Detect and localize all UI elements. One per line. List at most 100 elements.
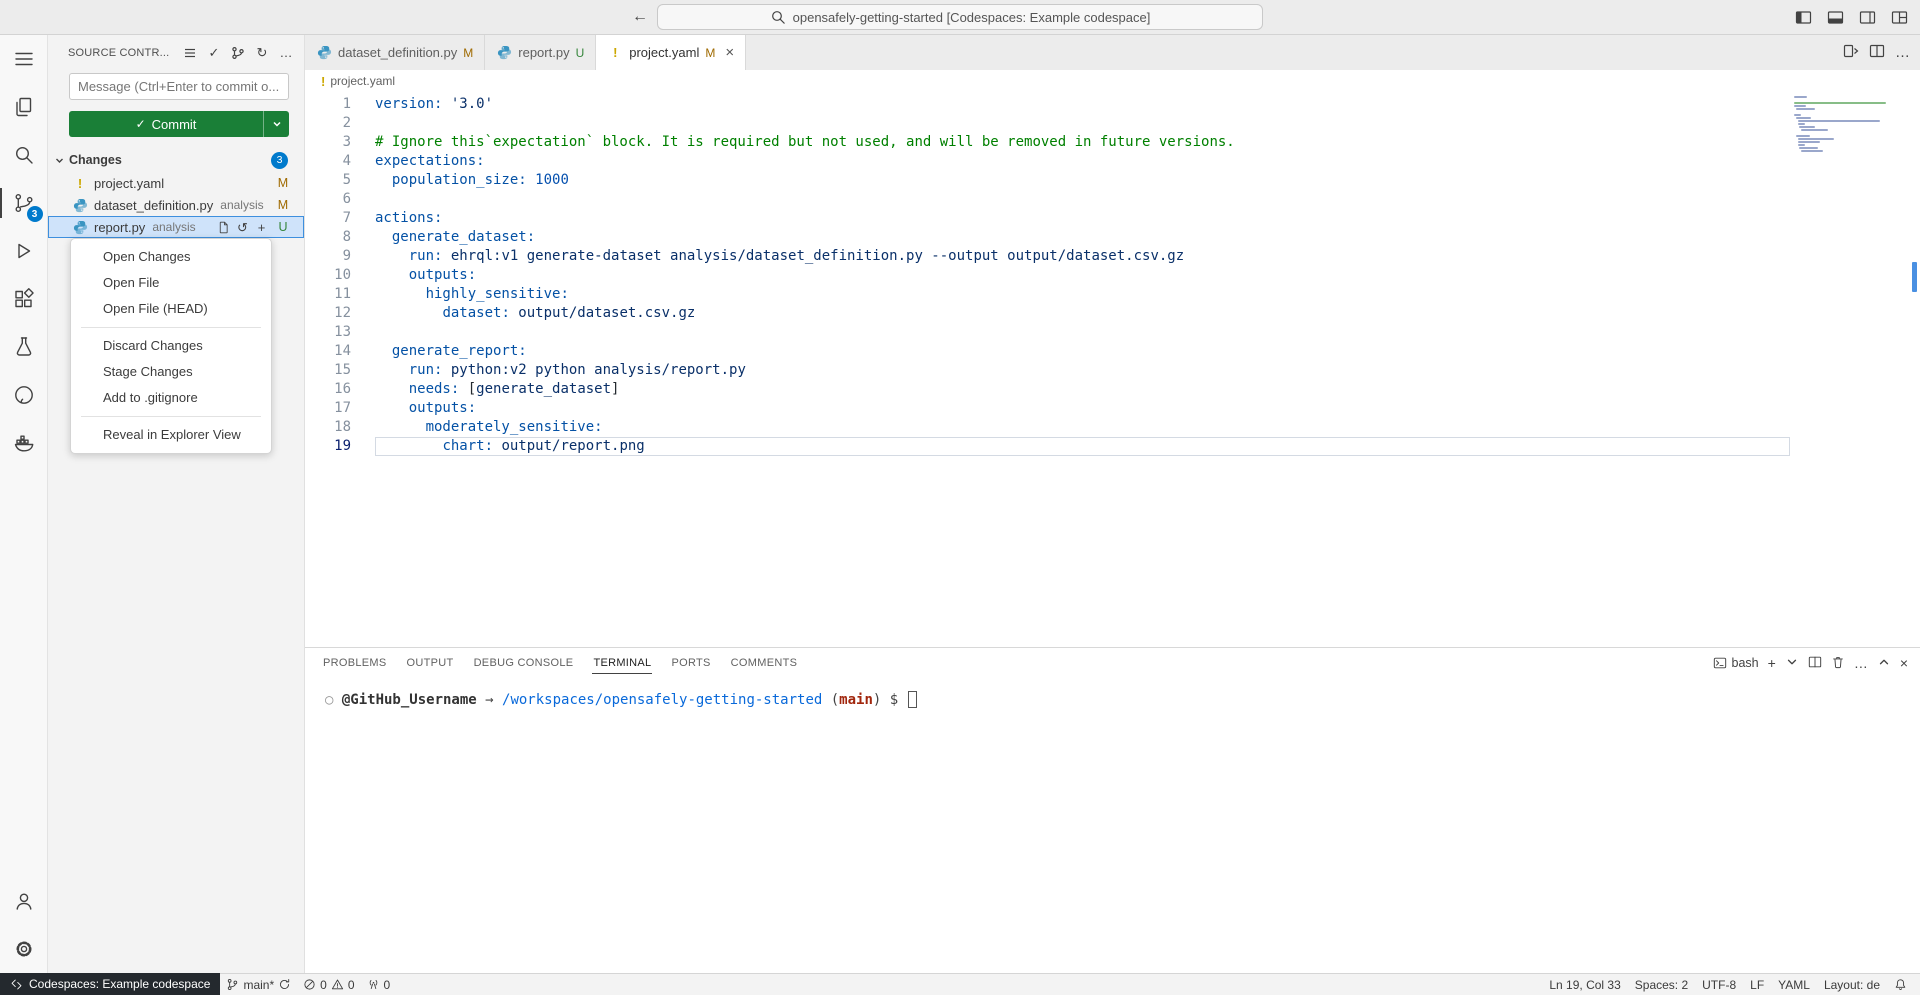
- menu-item-stage-changes[interactable]: Stage Changes: [71, 359, 271, 385]
- scm-file-row-dataset-definition-py[interactable]: dataset_definition.pyanalysisM: [48, 194, 304, 216]
- overview-ruler[interactable]: [1906, 92, 1920, 647]
- close-panel-icon[interactable]: ×: [1900, 656, 1908, 670]
- code-line[interactable]: # Ignore this`expectation` block. It is …: [375, 133, 1790, 152]
- code-line[interactable]: [375, 323, 1790, 342]
- code-line[interactable]: [375, 114, 1790, 133]
- code-line[interactable]: generate_report:: [375, 342, 1790, 361]
- shell-selector[interactable]: bash: [1713, 656, 1759, 670]
- panel-tab-comments[interactable]: COMMENTS: [721, 648, 808, 678]
- source-control-icon[interactable]: 3: [0, 179, 48, 227]
- branch-status[interactable]: main*: [220, 974, 297, 996]
- refresh-icon[interactable]: ↻: [254, 45, 270, 61]
- menu-item-reveal-in-explorer-view[interactable]: Reveal in Explorer View: [71, 422, 271, 448]
- problems-status[interactable]: 0 0: [297, 974, 360, 996]
- panel-tab-terminal[interactable]: TERMINAL: [583, 648, 661, 678]
- line-number: 18: [305, 418, 367, 437]
- panel-tab-problems[interactable]: PROBLEMS: [313, 648, 397, 678]
- scm-file-row-project-yaml[interactable]: !project.yamlM: [48, 172, 304, 194]
- status-yaml[interactable]: YAML: [1771, 974, 1817, 996]
- open-changes-icon[interactable]: [1843, 43, 1859, 62]
- scm-file-row-report-py[interactable]: report.pyanalysis↺+U: [48, 216, 304, 238]
- status-spaces-2[interactable]: Spaces: 2: [1628, 974, 1695, 996]
- kill-terminal-icon[interactable]: [1831, 655, 1845, 672]
- tab-project-yaml[interactable]: !project.yamlM×: [596, 35, 746, 70]
- toggle-panel-icon[interactable]: [1822, 5, 1848, 29]
- code-line[interactable]: dataset: output/dataset.csv.gz: [375, 304, 1790, 323]
- status-ln-19-col-33[interactable]: Ln 19, Col 33: [1542, 974, 1627, 996]
- code-line[interactable]: moderately_sensitive:: [375, 418, 1790, 437]
- tab-report-py[interactable]: report.pyU: [485, 35, 596, 70]
- activity-bar: 3: [0, 35, 48, 973]
- terminal-prompt[interactable]: ○ @GitHub_Username → /workspaces/opensaf…: [325, 690, 1920, 710]
- customize-layout-icon[interactable]: [1886, 5, 1912, 29]
- testing-beaker-icon[interactable]: [0, 323, 48, 371]
- panel-tab-debug-console[interactable]: DEBUG CONSOLE: [464, 648, 584, 678]
- commit-dropdown-arrow[interactable]: [263, 111, 289, 137]
- code-line[interactable]: run: ehrql:v1 generate-dataset analysis/…: [375, 247, 1790, 266]
- back-arrow-icon[interactable]: ←: [632, 8, 648, 26]
- more-actions-icon[interactable]: …: [278, 45, 294, 61]
- code-line[interactable]: outputs:: [375, 399, 1790, 418]
- settings-gear-icon[interactable]: [0, 925, 48, 973]
- code-line[interactable]: generate_dataset:: [375, 228, 1790, 247]
- menu-item-open-changes[interactable]: Open Changes: [71, 244, 271, 270]
- code-line[interactable]: highly_sensitive:: [375, 285, 1790, 304]
- menu-item-open-file-head[interactable]: Open File (HEAD): [71, 296, 271, 322]
- yaml-file-icon: !: [321, 74, 325, 89]
- stage-changes-icon[interactable]: +: [253, 219, 270, 236]
- commit-message-input[interactable]: [69, 73, 289, 100]
- panel-more-icon[interactable]: …: [1854, 656, 1868, 670]
- code-line[interactable]: expectations:: [375, 152, 1790, 171]
- launch-profile-chevron-icon[interactable]: [1785, 655, 1799, 672]
- menu-hamburger-icon[interactable]: [0, 35, 48, 83]
- scm-graph-icon[interactable]: [230, 45, 246, 61]
- explorer-icon[interactable]: [0, 83, 48, 131]
- extensions-icon[interactable]: [0, 275, 48, 323]
- commit-button[interactable]: ✓Commit: [69, 111, 289, 137]
- menu-item-add-to-gitignore[interactable]: Add to .gitignore: [71, 385, 271, 411]
- docker-icon[interactable]: [0, 419, 48, 467]
- toggle-sidebar-icon[interactable]: [1790, 5, 1816, 29]
- tab-dataset-definition-py[interactable]: dataset_definition.pyM: [305, 35, 485, 70]
- close-tab-icon[interactable]: ×: [725, 45, 734, 60]
- terminal[interactable]: ○ @GitHub_Username → /workspaces/opensaf…: [305, 678, 1920, 710]
- code-line[interactable]: [375, 190, 1790, 209]
- status-lf[interactable]: LF: [1743, 974, 1771, 996]
- code-line[interactable]: run: python:v2 python analysis/report.py: [375, 361, 1790, 380]
- view-as-list-icon[interactable]: [182, 45, 198, 61]
- code-line[interactable]: actions:: [375, 209, 1790, 228]
- code-line[interactable]: needs: [generate_dataset]: [375, 380, 1790, 399]
- menu-item-open-file[interactable]: Open File: [71, 270, 271, 296]
- status-utf-8[interactable]: UTF-8: [1695, 974, 1743, 996]
- notifications-bell-icon[interactable]: [1887, 974, 1914, 996]
- breadcrumb[interactable]: ! project.yaml: [305, 70, 1920, 92]
- remote-indicator[interactable]: Codespaces: Example codespace: [0, 973, 220, 995]
- more-actions-icon[interactable]: …: [1895, 49, 1910, 57]
- split-terminal-icon[interactable]: [1808, 655, 1822, 672]
- panel-tab-ports[interactable]: PORTS: [661, 648, 720, 678]
- changes-section-header[interactable]: Changes 3: [48, 149, 304, 171]
- toggle-secondary-sidebar-icon[interactable]: [1854, 5, 1880, 29]
- code-line[interactable]: chart: output/report.png: [375, 437, 1790, 456]
- search-icon[interactable]: [0, 131, 48, 179]
- code-line[interactable]: outputs:: [375, 266, 1790, 285]
- code-editor[interactable]: 12345678910111213141516171819 version: '…: [305, 92, 1920, 647]
- run-debug-icon[interactable]: [0, 227, 48, 275]
- split-editor-icon[interactable]: [1869, 43, 1885, 62]
- discard-changes-icon[interactable]: ↺: [234, 219, 251, 236]
- code-line[interactable]: population_size: 1000: [375, 171, 1790, 190]
- minimap[interactable]: [1794, 92, 1906, 647]
- github-icon[interactable]: [0, 371, 48, 419]
- open-file-icon[interactable]: [215, 219, 232, 236]
- panel-tab-output[interactable]: OUTPUT: [397, 648, 464, 678]
- code-line[interactable]: version: '3.0': [375, 95, 1790, 114]
- accounts-icon[interactable]: [0, 877, 48, 925]
- maximize-panel-icon[interactable]: [1877, 655, 1891, 672]
- ports-status[interactable]: 0: [361, 974, 397, 996]
- menu-item-discard-changes[interactable]: Discard Changes: [71, 333, 271, 359]
- command-center[interactable]: opensafely-getting-started [Codespaces: …: [657, 4, 1263, 30]
- commit-check-icon[interactable]: ✓: [206, 45, 222, 61]
- new-terminal-icon[interactable]: +: [1768, 656, 1776, 670]
- status-layout-de[interactable]: Layout: de: [1817, 974, 1887, 996]
- code-lines[interactable]: version: '3.0' # Ignore this`expectation`…: [375, 92, 1790, 647]
